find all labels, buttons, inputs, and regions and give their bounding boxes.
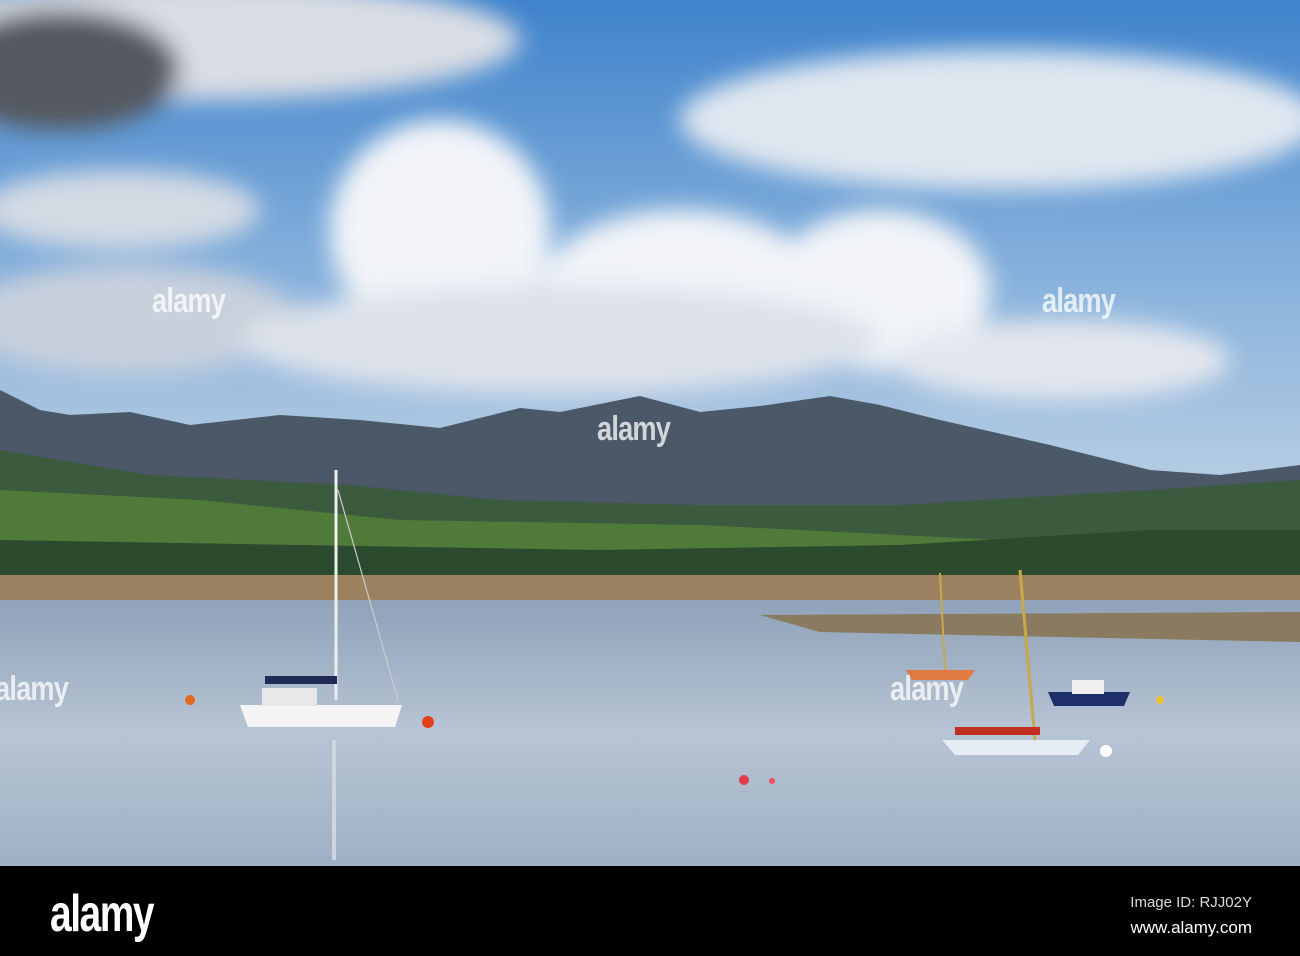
footer-bar: alamy Image ID: RJJ02Y www.alamy.com xyxy=(0,866,1300,956)
image-id: Image ID: RJJ02Y xyxy=(1130,894,1252,911)
stock-photo-page: alamy alamy alamy alamy alamy alamy Imag… xyxy=(0,0,1300,956)
watermark: alamy xyxy=(1042,282,1116,320)
alamy-logo: alamy xyxy=(50,885,155,943)
watermark: alamy xyxy=(152,282,226,320)
watermark: alamy xyxy=(0,670,69,708)
website-link[interactable]: www.alamy.com xyxy=(1130,918,1252,938)
watermark: alamy xyxy=(890,670,964,708)
watermark: alamy xyxy=(597,410,671,448)
sandbank xyxy=(0,575,1300,603)
